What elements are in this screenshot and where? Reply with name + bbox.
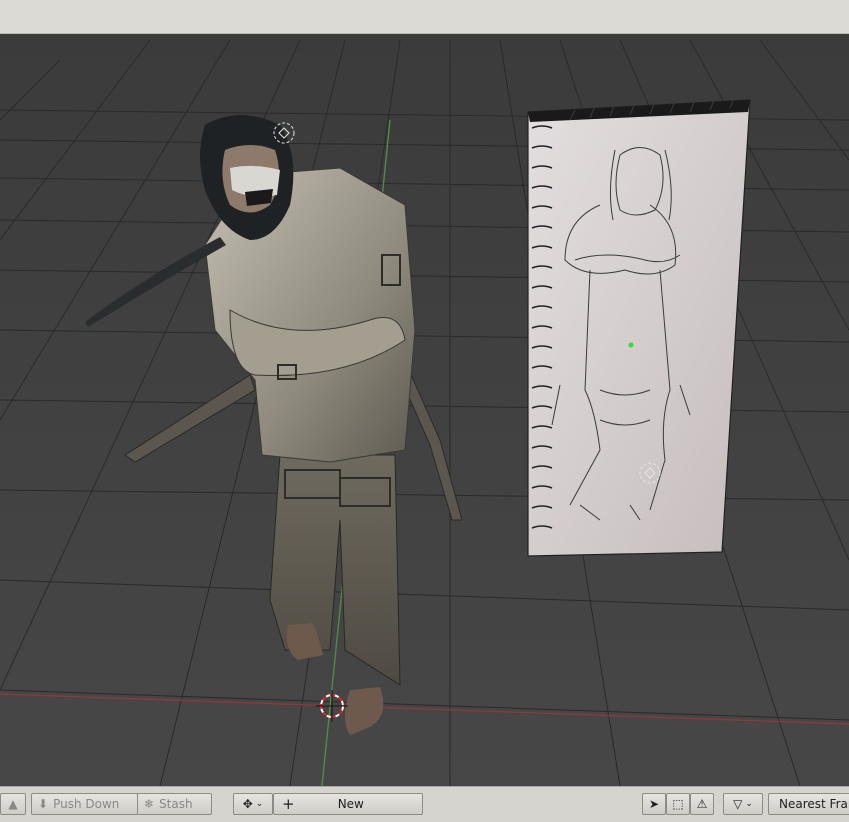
new-action-button[interactable]: + New [273, 793, 423, 815]
chevron-down-icon: ⌄ [255, 799, 264, 809]
warning-icon: ⚠ [696, 797, 708, 811]
push-down-label: Push Down [53, 797, 120, 811]
keying-set-icon: ✥ [242, 797, 253, 811]
box-select-button[interactable]: ⬚ [666, 793, 690, 815]
stash-button[interactable]: ❄ Stash [137, 793, 212, 815]
top-header-bar [0, 0, 849, 34]
new-action-label: New [337, 797, 364, 811]
filter-icon: ▽ [733, 797, 743, 811]
chevron-down-icon: ⌄ [745, 799, 753, 809]
errors-only-button[interactable]: ⚠ [690, 793, 714, 815]
select-tool-button[interactable]: ➤ [642, 793, 666, 815]
stash-label: Stash [159, 797, 193, 811]
triangle-up-icon: ▲ [8, 797, 18, 811]
filter-dropdown[interactable]: ▽ ⌄ [723, 793, 763, 815]
push-down-icon: ⬇ [38, 797, 49, 811]
3d-viewport[interactable] [0, 34, 849, 786]
snapping-mode-dropdown[interactable]: Nearest Fran [768, 793, 849, 815]
sketch-reference-plane[interactable] [527, 95, 751, 557]
select-cursor-icon: ➤ [648, 797, 660, 811]
stash-icon: ❄ [144, 797, 155, 811]
viewport-canvas[interactable] [0, 34, 849, 786]
keying-set-dropdown[interactable]: ✥ ⌄ [233, 793, 273, 815]
scroll-up-button[interactable]: ▲ [0, 793, 26, 815]
snapping-mode-label: Nearest Fran [779, 797, 849, 811]
select-box-icon: ⬚ [672, 797, 684, 811]
dope-sheet-header: ▲ ⬇ Push Down ❄ Stash ✥ ⌄ + New ➤ ⬚ ⚠ ▽ … [0, 786, 849, 822]
plus-icon: + [282, 795, 295, 813]
push-down-button[interactable]: ⬇ Push Down [31, 793, 138, 815]
